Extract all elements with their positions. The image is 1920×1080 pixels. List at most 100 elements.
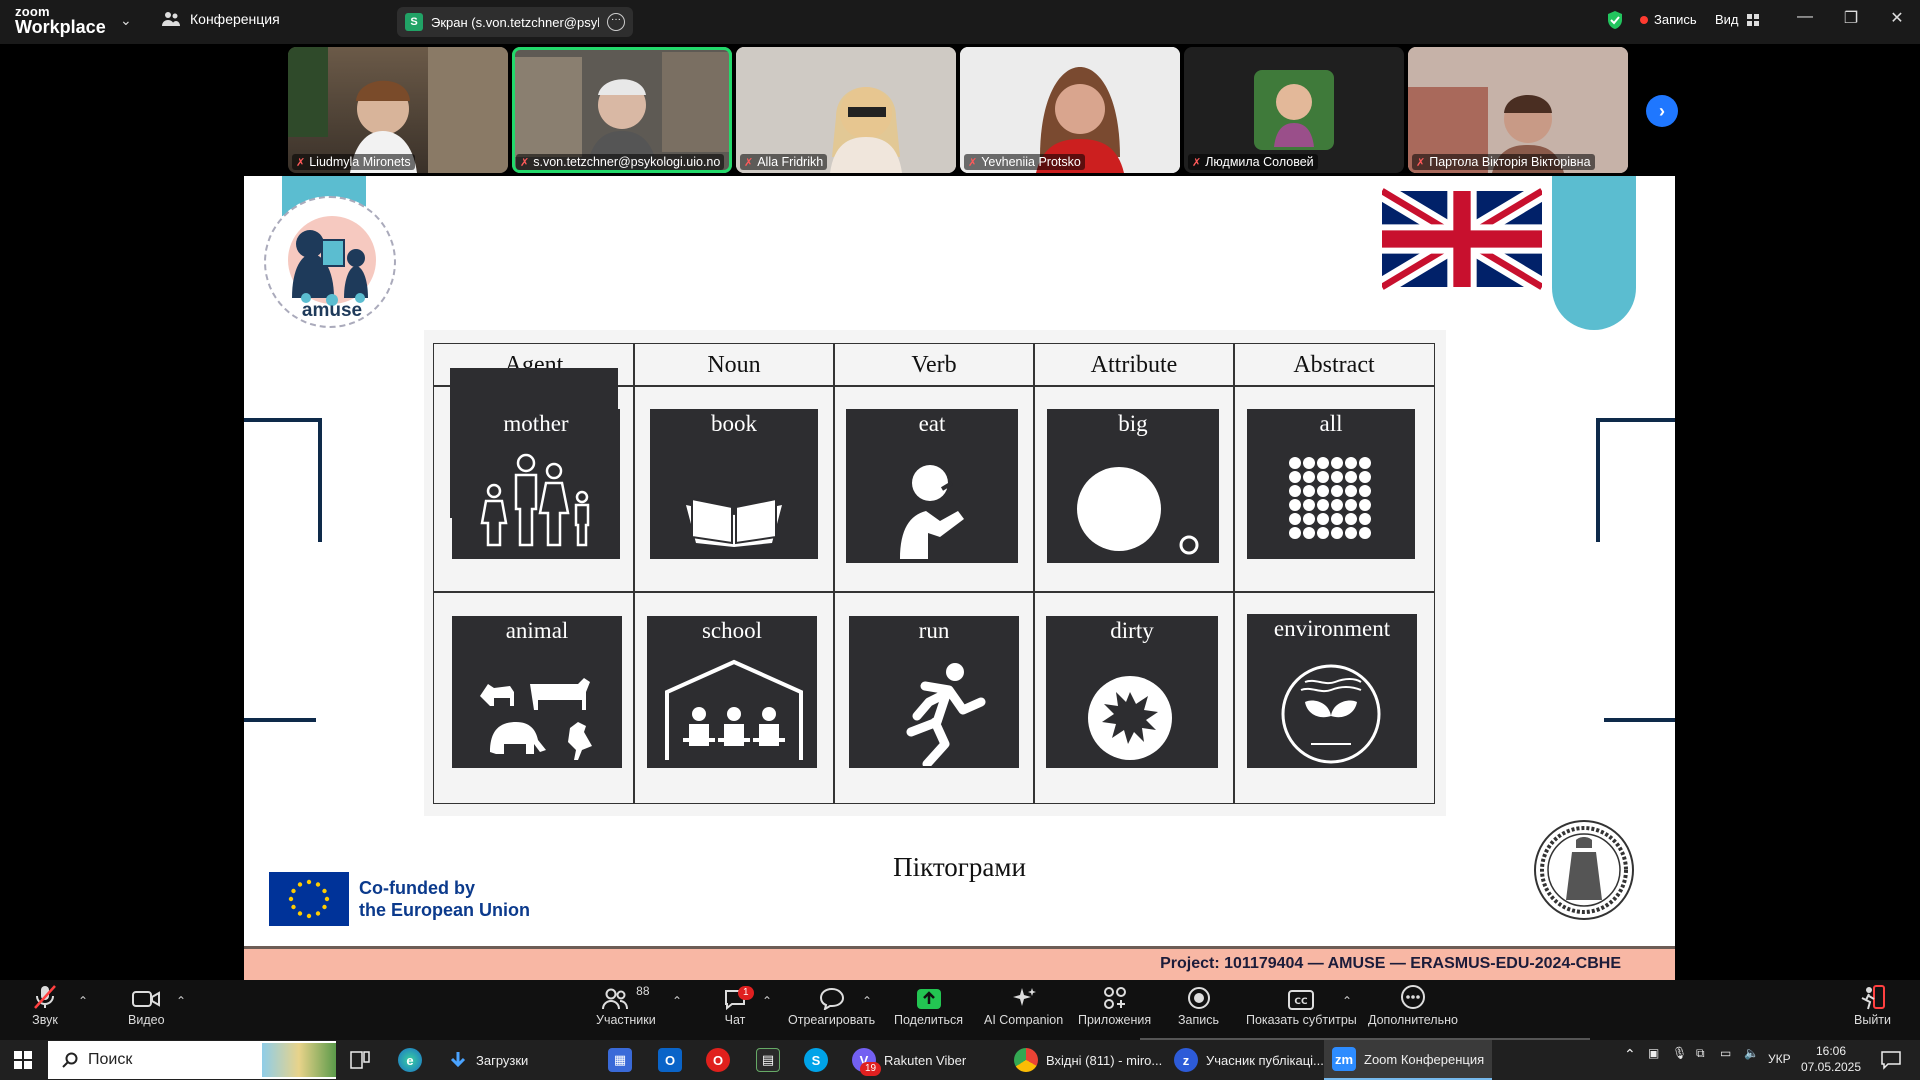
next-page-button[interactable]: › xyxy=(1646,95,1678,127)
minimize-icon[interactable]: — xyxy=(1782,8,1828,28)
view-button[interactable]: Вид xyxy=(1715,12,1759,27)
input-language[interactable]: УКР xyxy=(1768,1052,1791,1066)
share-screen-button[interactable]: Поделиться xyxy=(894,984,963,1027)
participant-tile[interactable]: ✗ Alla Fridrikh xyxy=(736,47,956,173)
pictogram-label: book xyxy=(711,411,757,436)
participants-label: Участники xyxy=(596,1013,656,1027)
heart-bubble-icon xyxy=(819,987,844,1010)
uk-flag-icon xyxy=(1382,188,1542,290)
participants-options-caret[interactable]: ⌃ xyxy=(672,994,682,1008)
eu-flag-icon xyxy=(269,872,349,926)
tray-chevron-icon[interactable]: ⌃ xyxy=(1624,1046,1636,1063)
video-button[interactable]: Видео xyxy=(128,984,165,1027)
participant-strip: ✗ Liudmyla Mironets ✗ s.von.tetzchner@psyk… xyxy=(288,47,1632,173)
col-divider xyxy=(833,344,835,803)
participant-tile[interactable]: ✗ Liudmyla Mironets xyxy=(288,47,508,173)
zoom-app-icon: z xyxy=(1174,1048,1198,1072)
shield-icon[interactable] xyxy=(1606,10,1624,30)
participant-tile[interactable]: ✗ Yevheniia Protsko xyxy=(960,47,1180,173)
pictogram-environment: environment xyxy=(1247,614,1417,768)
tray-share-icon[interactable]: ⧉ xyxy=(1696,1046,1705,1061)
share-screen-icon xyxy=(916,989,941,1009)
task-view-icon[interactable] xyxy=(350,1051,370,1069)
participant-name: Yevheniia Protsko xyxy=(981,155,1081,169)
close-icon[interactable]: ✕ xyxy=(1874,8,1920,28)
col-divider xyxy=(633,344,635,803)
chat-options-caret[interactable]: ⌃ xyxy=(762,994,772,1008)
environment-icon xyxy=(1281,664,1381,764)
skype-icon[interactable]: S xyxy=(804,1048,828,1072)
more-dots-icon xyxy=(1400,985,1425,1009)
project-banner: Project: 101179404 — AMUSE — ERASMUS-EDU… xyxy=(244,946,1675,980)
pictogram-label: eat xyxy=(918,411,946,436)
audio-button[interactable]: Звук xyxy=(32,984,58,1027)
taskbar-zoom-conference[interactable]: zm Zoom Конференция xyxy=(1324,1040,1493,1080)
more-options-icon[interactable]: ··· xyxy=(607,13,625,31)
windows-taskbar: Поиск e Загрузки ▦ O O ▤ S V Rakuten Vib… xyxy=(0,1040,1920,1080)
ai-companion-button[interactable]: AI Companion xyxy=(984,984,1063,1027)
captions-options-caret[interactable]: ⌃ xyxy=(1342,994,1352,1008)
taskbar-search[interactable]: Поиск xyxy=(48,1041,336,1079)
logo-text: amuse xyxy=(301,300,363,321)
windows-start-icon[interactable] xyxy=(14,1051,32,1069)
apps-label: Приложения xyxy=(1078,1013,1152,1027)
participants-button[interactable]: 88 Участники xyxy=(596,984,656,1027)
tray-mic-icon[interactable]: 🎙 xyxy=(1672,1046,1687,1060)
all-dots-icon xyxy=(1289,457,1371,539)
apps-button[interactable]: Приложения xyxy=(1078,984,1151,1027)
tray-camera-icon[interactable]: ▣ xyxy=(1648,1046,1659,1060)
share-badge: S xyxy=(405,13,423,31)
recording-indicator[interactable]: Запись xyxy=(1640,12,1697,27)
row-divider xyxy=(434,591,1434,593)
participant-tile[interactable]: ✗ Людмила Соловей xyxy=(1184,47,1404,173)
taskbar-clock[interactable]: 16:06 07.05.2025 xyxy=(1796,1043,1866,1075)
calculator-icon[interactable]: ▤ xyxy=(756,1048,780,1072)
pictogram-mother: mother xyxy=(452,409,620,559)
store-icon[interactable]: ▦ xyxy=(608,1048,632,1072)
participants-icon xyxy=(602,988,629,1010)
mic-muted-icon: ✗ xyxy=(968,156,978,169)
video-options-caret[interactable]: ⌃ xyxy=(176,994,186,1008)
audio-options-caret[interactable]: ⌃ xyxy=(78,994,88,1008)
participant-name: Liudmyla Mironets xyxy=(309,155,411,169)
participant-tile-active[interactable]: ✗ s.von.tetzchner@psykologi.uio.no xyxy=(512,47,732,173)
participant-name: Партола Вікторія Вікторівна xyxy=(1429,155,1591,169)
tray-network-icon[interactable]: ▭ xyxy=(1720,1046,1731,1060)
tray-volume-icon[interactable]: 🔈 xyxy=(1744,1046,1759,1060)
screen-share-indicator[interactable]: S Экран (s.von.tetzchner@psykolo ··· xyxy=(397,7,633,37)
line-left xyxy=(244,718,316,722)
leave-button[interactable]: Выйти xyxy=(1854,984,1891,1027)
pictogram-label: school xyxy=(701,618,763,643)
react-options-caret[interactable]: ⌃ xyxy=(862,994,872,1008)
taskbar-chrome[interactable]: Вхідні (811) - miro... xyxy=(1006,1040,1170,1080)
school-icon xyxy=(665,659,803,760)
opera-icon[interactable]: O xyxy=(706,1048,730,1072)
chevron-down-icon[interactable]: ⌄ xyxy=(120,12,132,29)
meeting-label: Конференция xyxy=(190,11,280,27)
meeting-info-button[interactable]: Конференция xyxy=(162,11,280,27)
animals-icon xyxy=(480,678,592,760)
chat-unread-badge: 1 xyxy=(738,986,754,1000)
edge-icon[interactable]: e xyxy=(398,1048,422,1072)
col-header-noun: Noun xyxy=(707,352,761,378)
captions-button[interactable]: CC Показать субтитры xyxy=(1246,984,1357,1027)
ai-label: AI Companion xyxy=(984,1013,1064,1027)
more-button[interactable]: Дополнительно xyxy=(1368,984,1458,1027)
notification-icon[interactable] xyxy=(1880,1050,1902,1070)
viber-label: Rakuten Viber xyxy=(884,1052,967,1068)
record-button[interactable]: Запись xyxy=(1178,984,1219,1027)
pictogram-all: all xyxy=(1247,409,1415,559)
restore-icon[interactable]: ❐ xyxy=(1828,8,1874,28)
participant-tile[interactable]: ✗ Партола Вікторія Вікторівна xyxy=(1408,47,1628,173)
eu-stars-icon xyxy=(288,879,330,919)
search-icon xyxy=(62,1052,78,1068)
outlook-icon[interactable]: O xyxy=(658,1048,682,1072)
line-right xyxy=(1604,718,1675,722)
chevron-right-icon: › xyxy=(1659,100,1665,121)
video-label: Видео xyxy=(128,1013,165,1027)
sparkle-icon xyxy=(1012,988,1036,1006)
pictogram-book: book xyxy=(650,409,818,559)
mic-muted-icon: ✗ xyxy=(744,156,754,169)
taskbar-downloads[interactable]: Загрузки xyxy=(440,1040,536,1080)
taskbar-zoom-public[interactable]: z Учасник публікаці... xyxy=(1166,1040,1332,1080)
